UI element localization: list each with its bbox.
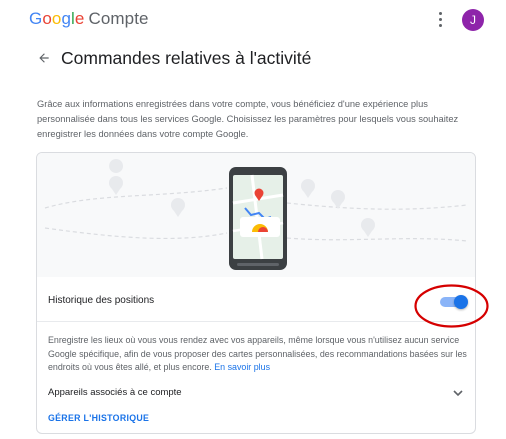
page-title: Commandes relatives à l'activité — [61, 48, 312, 68]
manage-history-button[interactable]: GÉRER L'HISTORIQUE — [48, 413, 149, 423]
location-history-card: Historique des positions Enregistre les … — [36, 152, 476, 434]
logo-letter: G — [29, 9, 43, 28]
setting-label: Historique des positions — [48, 295, 155, 306]
arrow-back-icon[interactable] — [37, 51, 51, 65]
learn-more-link[interactable]: En savoir plus — [214, 362, 270, 372]
logo-letter: e — [74, 9, 85, 28]
highlight-circle — [414, 284, 489, 328]
divider — [37, 321, 475, 322]
devices-label: Appareils associés à ce compte — [48, 387, 182, 398]
logo-letter: g — [61, 9, 72, 28]
avatar[interactable]: J — [462, 9, 484, 31]
top-bar: Google Compte J — [0, 0, 506, 40]
intro-text: Grâce aux informations enregistrées dans… — [37, 99, 459, 139]
associated-devices-row[interactable]: Appareils associés à ce compte — [48, 386, 468, 402]
product-name: Compte — [88, 9, 149, 28]
chevron-down-icon — [453, 390, 463, 397]
phone-map-illustration — [37, 153, 475, 277]
google-account-logo[interactable]: Google Compte — [29, 9, 149, 29]
setting-description: Enregistre les lieux où vous vous rendez… — [48, 334, 468, 375]
more-vert-icon[interactable] — [434, 10, 446, 30]
logo-letter: o — [42, 9, 52, 28]
